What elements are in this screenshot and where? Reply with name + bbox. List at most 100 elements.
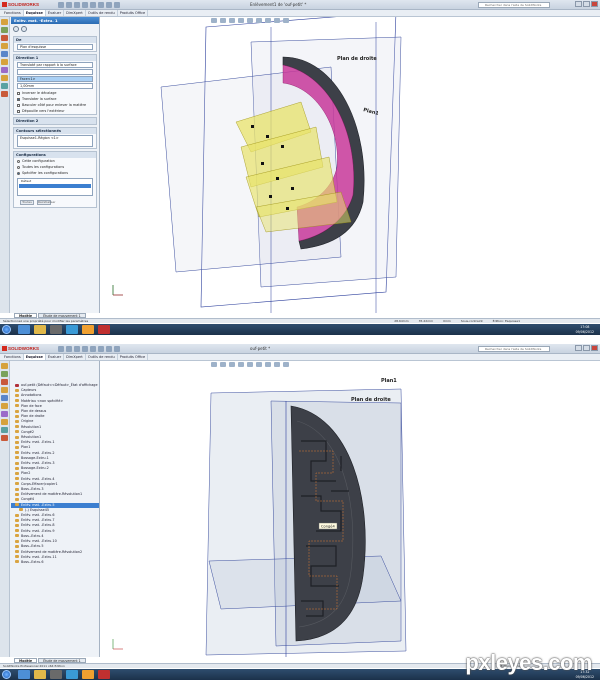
group-direction1-header[interactable]: Direction 1 <box>14 55 96 61</box>
view-orientation-icon[interactable] <box>247 362 253 367</box>
graphics-viewport[interactable]: Plan de droite Plan1 <box>101 17 600 313</box>
scene-icon[interactable] <box>283 362 289 367</box>
tab-dimxpert[interactable]: DimXpert <box>64 354 86 360</box>
new-file-icon[interactable] <box>58 346 64 352</box>
undo-icon[interactable] <box>90 2 96 8</box>
start-button[interactable] <box>2 325 11 334</box>
cfg-specify-radio[interactable] <box>17 171 20 175</box>
group-direction2-header[interactable]: Direction 2 <box>14 118 96 124</box>
new-file-icon[interactable] <box>58 2 64 8</box>
zoom-fit-icon[interactable] <box>211 18 217 23</box>
tab-dimxpert[interactable]: DimXpert <box>64 10 86 16</box>
fillet-icon[interactable] <box>1 387 8 393</box>
zoom-fit-icon[interactable] <box>211 362 217 367</box>
config-list[interactable]: Défaut <box>17 178 93 196</box>
previous-view-icon[interactable] <box>229 362 235 367</box>
ok-button[interactable] <box>13 26 19 32</box>
section-view-icon[interactable] <box>238 18 244 23</box>
pattern-icon[interactable] <box>1 83 8 89</box>
app-icon[interactable] <box>66 325 78 334</box>
print-icon[interactable] <box>82 2 88 8</box>
folder-icon[interactable] <box>82 670 94 679</box>
shell-icon[interactable] <box>1 419 8 425</box>
tab-fonctions[interactable]: Fonctions <box>2 354 24 360</box>
plane-icon[interactable] <box>1 51 8 57</box>
close-button[interactable] <box>591 1 598 7</box>
tab-produits-office[interactable]: Produits Office <box>118 354 149 360</box>
section-view-icon[interactable] <box>238 362 244 367</box>
reset-button[interactable]: Réinitialiser <box>37 200 56 205</box>
print-icon[interactable] <box>82 346 88 352</box>
group-from-header[interactable]: De <box>14 37 96 43</box>
save-icon[interactable] <box>74 346 80 352</box>
tab-outils-rendu[interactable]: Outils de rendu <box>86 354 118 360</box>
tab-fonctions[interactable]: Fonctions <box>2 10 24 16</box>
appearance-icon[interactable] <box>274 362 280 367</box>
zoom-area-icon[interactable] <box>220 18 226 23</box>
direction-vector-field[interactable] <box>17 69 93 75</box>
tab-esquisse[interactable]: Esquisse <box>23 354 46 360</box>
mirror-icon[interactable] <box>1 91 8 97</box>
tab-evaluer[interactable]: Évaluer <box>46 10 65 16</box>
pattern-icon[interactable] <box>1 427 8 433</box>
cut-icon[interactable] <box>1 379 8 385</box>
undo-icon[interactable] <box>90 346 96 352</box>
view-orientation-icon[interactable] <box>247 18 253 23</box>
maximize-button[interactable] <box>583 345 590 351</box>
tab-evaluer[interactable]: Évaluer <box>46 354 65 360</box>
display-style-icon[interactable] <box>256 18 262 23</box>
open-file-icon[interactable] <box>66 346 72 352</box>
minimize-button[interactable] <box>575 345 582 351</box>
graphics-viewport[interactable]: Congé4 Plan1 Plan de droite <box>101 361 600 657</box>
cfg-specify-option[interactable]: Spécifier les configurations <box>14 170 96 176</box>
translate-surface-checkbox[interactable] <box>17 97 20 101</box>
explorer-icon[interactable] <box>34 670 46 679</box>
media-icon[interactable] <box>50 325 62 334</box>
cut-icon[interactable] <box>1 35 8 41</box>
fillet-icon[interactable] <box>1 43 8 49</box>
help-search-input[interactable]: Rechercher dans l'aide de SolidWorks <box>478 346 550 352</box>
minimize-button[interactable] <box>575 1 582 7</box>
flip-side-checkbox[interactable] <box>17 103 20 107</box>
draft-checkbox[interactable] <box>17 109 20 113</box>
feature-icon[interactable] <box>1 19 8 25</box>
media-icon[interactable] <box>50 670 62 679</box>
ie-icon[interactable] <box>18 325 30 334</box>
revolve-icon[interactable] <box>1 67 8 73</box>
maximize-button[interactable] <box>583 1 590 7</box>
zoom-area-icon[interactable] <box>220 362 226 367</box>
shell-icon[interactable] <box>1 75 8 81</box>
cancel-button[interactable] <box>21 26 27 32</box>
contours-list[interactable]: Esquisse1-Région <1> <box>17 135 93 147</box>
rebuild-icon[interactable] <box>106 2 112 8</box>
scene-icon[interactable] <box>283 18 289 23</box>
draft-option[interactable]: Dépouille vers l'extérieur <box>14 108 96 114</box>
plane-icon[interactable] <box>1 395 8 401</box>
open-file-icon[interactable] <box>66 2 72 8</box>
options-icon[interactable] <box>114 346 120 352</box>
group-contours-header[interactable]: Contours sélectionnés <box>14 128 96 134</box>
from-select[interactable]: Plan d'esquisse <box>17 44 93 50</box>
rebuild-icon[interactable] <box>106 346 112 352</box>
tab-outils-rendu[interactable]: Outils de rendu <box>86 10 118 16</box>
extrude-icon[interactable] <box>1 59 8 65</box>
appearance-icon[interactable] <box>274 18 280 23</box>
tab-produits-office[interactable]: Produits Office <box>118 10 149 16</box>
select-icon[interactable] <box>98 2 104 8</box>
extrude-icon[interactable] <box>1 403 8 409</box>
cfg-this-radio[interactable] <box>17 159 20 163</box>
cfg-all-radio[interactable] <box>17 165 20 169</box>
start-button[interactable] <box>2 670 11 679</box>
tab-esquisse[interactable]: Esquisse <box>23 10 46 16</box>
mirror-icon[interactable] <box>1 435 8 441</box>
options-icon[interactable] <box>114 2 120 8</box>
select-icon[interactable] <box>98 346 104 352</box>
explorer-icon[interactable] <box>34 325 46 334</box>
solidworks-task-icon[interactable] <box>98 670 110 679</box>
revolve-icon[interactable] <box>1 411 8 417</box>
hide-show-icon[interactable] <box>265 362 271 367</box>
depth-field[interactable]: 1,00mm <box>17 83 93 89</box>
help-search-input[interactable]: Rechercher dans l'aide de SolidWorks <box>478 2 550 8</box>
sketch-icon[interactable] <box>1 27 8 33</box>
save-icon[interactable] <box>74 2 80 8</box>
